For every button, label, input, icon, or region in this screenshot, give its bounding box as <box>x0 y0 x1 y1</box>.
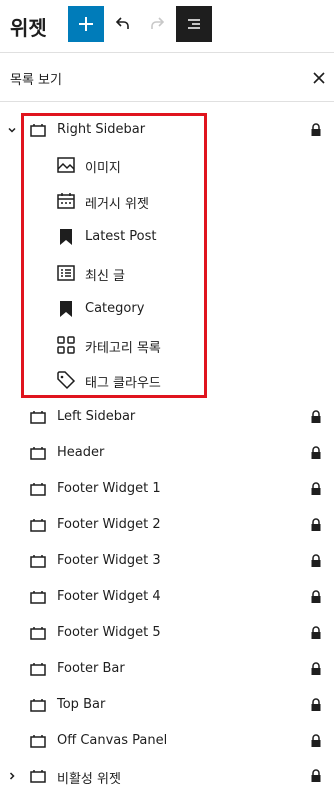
tree-item-footer-widget-1[interactable]: Footer Widget 1 <box>0 471 334 507</box>
widget-area-icon <box>30 483 46 496</box>
lock-icon <box>311 698 321 711</box>
lock-icon <box>311 446 321 459</box>
redo-button[interactable] <box>142 6 172 42</box>
lock-icon <box>311 662 321 675</box>
widget-area-icon <box>30 735 46 748</box>
lock-icon <box>311 554 321 567</box>
list-view-icon <box>188 19 200 29</box>
tree-item-label: Left Sidebar <box>57 409 136 424</box>
widget-area-icon <box>30 411 46 424</box>
tree-item-footer-widget-2[interactable]: Footer Widget 2 <box>0 507 334 543</box>
tree-item-footer-widget-4[interactable]: Footer Widget 4 <box>0 579 334 615</box>
top-toolbar: 위젯 <box>0 0 334 52</box>
panel-divider <box>0 101 334 102</box>
lock-icon <box>311 518 321 531</box>
widget-area-icon <box>30 770 46 783</box>
page-title: 위젯 <box>10 16 47 40</box>
tree-item-left-sidebar[interactable]: Left Sidebar <box>0 399 334 435</box>
widget-area-icon <box>30 555 46 568</box>
close-icon <box>313 72 325 84</box>
widget-area-icon <box>30 591 46 604</box>
tree-item-label: Footer Widget 3 <box>57 553 161 568</box>
tree-item-label: Footer Widget 4 <box>57 589 161 604</box>
tree-item-off-canvas-panel[interactable]: Off Canvas Panel <box>0 723 334 759</box>
widget-area-icon <box>30 447 46 460</box>
redo-icon <box>151 17 165 29</box>
tree-item-footer-bar[interactable]: Footer Bar <box>0 651 334 687</box>
widget-area-icon <box>30 699 46 712</box>
tree-item-label: Header <box>57 445 105 460</box>
plus-icon <box>79 17 93 31</box>
tree-item-label: Footer Widget 5 <box>57 625 161 640</box>
tree-item-inactive-widgets[interactable]: 비활성 위젯 <box>0 758 334 794</box>
lock-icon <box>311 734 321 747</box>
tree-item-label: Footer Widget 2 <box>57 517 161 532</box>
lock-icon <box>311 769 321 782</box>
widget-area-icon <box>30 519 46 532</box>
tree-item-footer-widget-5[interactable]: Footer Widget 5 <box>0 615 334 651</box>
lock-icon <box>311 590 321 603</box>
add-block-button[interactable] <box>68 6 104 42</box>
list-view-button[interactable] <box>176 6 212 42</box>
undo-button[interactable] <box>108 6 138 42</box>
widget-area-icon <box>30 627 46 640</box>
tree-item-footer-widget-3[interactable]: Footer Widget 3 <box>0 543 334 579</box>
lock-icon <box>311 123 321 136</box>
chevron-right-icon[interactable] <box>6 770 18 782</box>
tree-item-label: Footer Bar <box>57 661 125 676</box>
tree-item-header[interactable]: Header <box>0 435 334 471</box>
lock-icon <box>311 482 321 495</box>
highlight-box <box>21 113 207 398</box>
list-view-header: 목록 보기 <box>0 53 334 101</box>
lock-icon <box>311 626 321 639</box>
undo-icon <box>115 17 129 29</box>
tree-item-label: Footer Widget 1 <box>57 481 161 496</box>
tree-item-label: Off Canvas Panel <box>57 733 168 748</box>
widget-area-icon <box>30 663 46 676</box>
tree-item-label: 비활성 위젯 <box>57 772 121 787</box>
tree-item-label: Top Bar <box>57 697 106 712</box>
chevron-down-icon[interactable] <box>6 124 18 136</box>
tree-item-top-bar[interactable]: Top Bar <box>0 687 334 723</box>
lock-icon <box>311 410 321 423</box>
close-button[interactable] <box>308 67 330 89</box>
panel-title: 목록 보기 <box>10 73 62 88</box>
